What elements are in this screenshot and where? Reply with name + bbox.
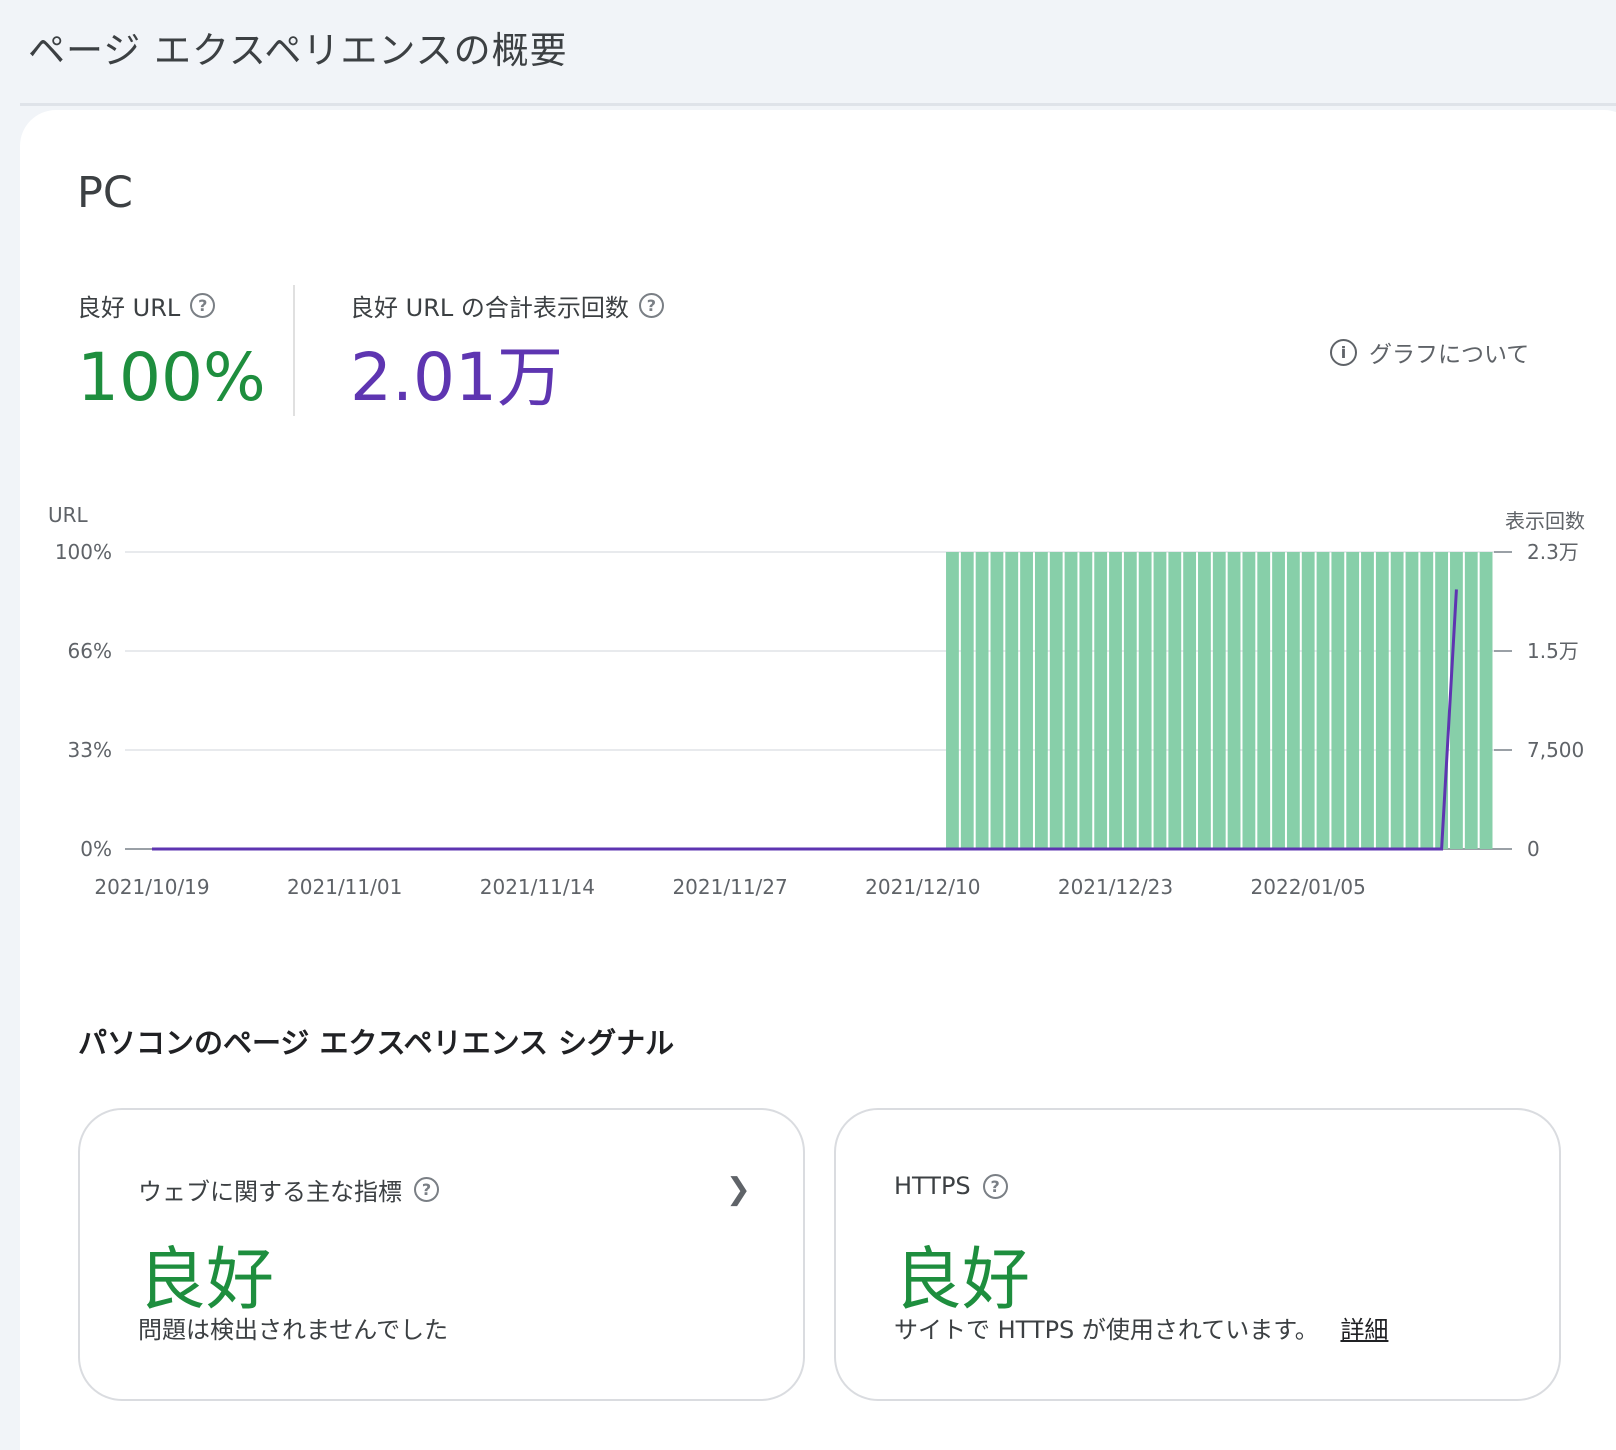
x-tick-label: 2021/11/14 — [480, 875, 595, 899]
cwv-description: 問題は検出されませんでした — [138, 1316, 449, 1344]
left-tick-label: 33% — [68, 738, 112, 762]
bar — [960, 552, 974, 849]
cwv-label: ウェブに関する主な指標 ? — [138, 1172, 439, 1207]
https-card: HTTPS ? 良好 サイトで HTTPS が使用されています。 詳細 — [834, 1108, 1561, 1401]
left-tick-label: 66% — [68, 639, 112, 663]
https-label-text: HTTPS — [894, 1172, 971, 1200]
x-tick-label: 2022/01/05 — [1251, 875, 1366, 899]
bar — [1346, 552, 1360, 849]
bar — [990, 552, 1004, 849]
https-label: HTTPS ? — [894, 1172, 1008, 1200]
bar — [1257, 552, 1271, 849]
bar — [1331, 552, 1345, 849]
left-tick-label: 100% — [55, 540, 112, 564]
bar — [1272, 552, 1285, 849]
bar — [975, 552, 989, 849]
bar — [1138, 552, 1152, 849]
https-status: 良好 — [894, 1241, 1031, 1320]
x-tick-label: 2021/10/19 — [94, 875, 209, 899]
bar — [1361, 552, 1374, 849]
bar — [1109, 552, 1122, 849]
bar — [1420, 552, 1434, 849]
bar — [1198, 552, 1211, 849]
bar — [1286, 552, 1300, 849]
bar — [1227, 552, 1241, 849]
https-description: サイトで HTTPS が使用されています。 詳細 — [894, 1310, 1388, 1345]
bar — [1405, 552, 1419, 849]
right-axis-title: 表示回数 — [1505, 509, 1585, 533]
x-tick-label: 2021/12/23 — [1058, 875, 1173, 899]
bar — [1005, 552, 1019, 849]
bar — [1049, 552, 1063, 849]
bar — [1242, 552, 1256, 849]
bar — [1390, 552, 1404, 849]
bar — [1094, 552, 1108, 849]
details-link[interactable]: 詳細 — [1340, 1316, 1388, 1344]
x-tick-label: 2021/12/10 — [865, 875, 980, 899]
left-axis-title: URL — [48, 503, 89, 527]
bar — [1435, 552, 1449, 849]
right-tick-label: 2.3万 — [1527, 540, 1579, 564]
https-description-text: サイトで HTTPS が使用されています。 — [894, 1316, 1319, 1344]
bar — [1168, 552, 1182, 849]
x-tick-label: 2021/11/27 — [672, 875, 787, 899]
bar — [1020, 552, 1033, 849]
x-tick-label: 2021/11/01 — [287, 875, 402, 899]
bar — [1064, 552, 1078, 849]
right-tick-label: 0 — [1527, 837, 1540, 861]
bar — [1183, 552, 1197, 849]
signals-section-title: パソコンのページ エクスペリエンス シグナル — [78, 1026, 675, 1060]
cwv-label-text: ウェブに関する主な指標 — [138, 1178, 402, 1206]
bar — [1479, 552, 1493, 849]
cwv-status: 良好 — [138, 1241, 275, 1320]
right-tick-label: 1.5万 — [1527, 639, 1579, 663]
bar — [1464, 552, 1478, 849]
bar — [1212, 552, 1226, 849]
bar — [1375, 552, 1389, 849]
cwv-card[interactable]: ウェブに関する主な指標 ? ❯ 良好 問題は検出されませんでした — [78, 1108, 805, 1401]
bar — [946, 552, 959, 849]
bar — [1316, 552, 1330, 849]
help-icon[interactable]: ? — [982, 1173, 1008, 1199]
bar — [1153, 552, 1167, 849]
bar — [1079, 552, 1093, 849]
help-icon[interactable]: ? — [414, 1177, 439, 1202]
bar — [1301, 552, 1315, 849]
bar — [1123, 552, 1137, 849]
right-tick-label: 7,500 — [1527, 738, 1584, 762]
bar — [1034, 552, 1048, 849]
left-tick-label: 0% — [80, 837, 112, 861]
chevron-right-icon[interactable]: ❯ — [726, 1172, 751, 1207]
chart: URL 表示回数 100% 2.3万 66% 1.5万 33% 7,500 0% 0 2021/10… — [48, 503, 1585, 899]
